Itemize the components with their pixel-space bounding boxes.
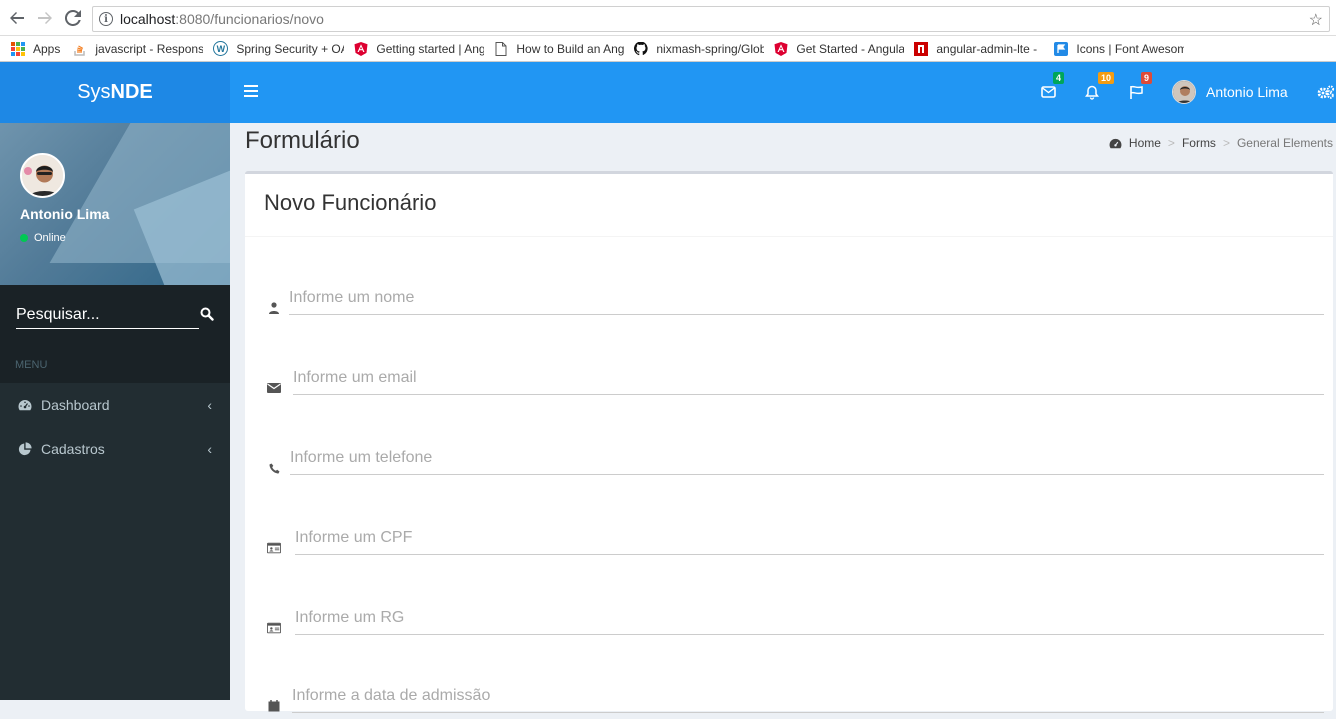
pie-chart-icon [18, 442, 32, 456]
stackoverflow-icon [73, 42, 87, 56]
email-input[interactable] [293, 361, 1324, 395]
top-navbar: 4 10 9 Antonio Lima [230, 62, 1336, 123]
back-arrow-icon[interactable] [6, 7, 28, 29]
search-input[interactable] [16, 301, 199, 329]
chevron-left-icon: ‹ [207, 441, 212, 457]
bookmark-nixmash[interactable]: nixmash-spring/Glob [634, 41, 764, 56]
sidebar-search [0, 285, 230, 347]
chevron-left-icon: ‹ [207, 397, 212, 413]
gears-icon [1317, 85, 1335, 99]
data-admissao-input[interactable] [292, 679, 1324, 713]
app-logo[interactable]: Sys NDE [0, 62, 230, 123]
breadcrumb-separator: > [1222, 136, 1230, 150]
tasks-badge: 9 [1140, 72, 1152, 84]
angular-icon [354, 41, 368, 56]
divider [245, 236, 1333, 237]
topbar-user-name: Antonio Lima [1206, 84, 1288, 100]
dashboard-icon [18, 400, 32, 411]
nome-input[interactable] [289, 281, 1324, 315]
rg-input[interactable] [295, 601, 1324, 635]
bookmark-spring-security[interactable]: W Spring Security + OA [213, 41, 344, 56]
bookmarks-bar: Apps javascript - Respons W Spring Secur… [0, 36, 1336, 62]
sidebar-user-name: Antonio Lima [20, 206, 110, 222]
sidebar: Antonio Lima Online MENU Dashboard ‹ Cad… [0, 123, 230, 700]
user-menu[interactable]: Antonio Lima [1172, 80, 1288, 104]
settings-button[interactable] [1316, 82, 1336, 102]
breadcrumb-current: General Elements [1236, 136, 1333, 150]
document-icon [494, 41, 508, 56]
phone-field [267, 441, 1327, 481]
bookmark-icons-font-awesome[interactable]: Icons | Font Awesom [1054, 41, 1184, 56]
flag-icon [1054, 41, 1069, 56]
reload-icon[interactable] [62, 7, 84, 29]
wordpress-icon: W [213, 41, 229, 56]
email-field [267, 361, 1327, 401]
form-box: Novo Funcionário [245, 171, 1333, 713]
info-icon[interactable]: i [99, 12, 113, 26]
cpf-input[interactable] [295, 521, 1324, 555]
cpf-field [267, 521, 1327, 561]
url-path: :8080/funcionarios/novo [175, 11, 324, 27]
bell-icon [1085, 85, 1099, 100]
sidebar-toggle-icon[interactable] [244, 84, 258, 102]
messages-badge: 4 [1052, 72, 1064, 84]
telefone-input[interactable] [290, 441, 1324, 475]
page-title: Formulário [245, 127, 360, 154]
bookmark-star-icon[interactable]: ☆ [1309, 10, 1323, 30]
angular-icon [774, 41, 788, 56]
url-host: localhost [120, 11, 176, 27]
notifications-badge: 10 [1097, 72, 1114, 84]
user-icon [267, 301, 281, 315]
bookmark-apps[interactable]: Apps [11, 41, 60, 56]
phone-icon [267, 461, 281, 475]
breadcrumb-forms[interactable]: Forms [1182, 136, 1216, 150]
messages-button[interactable]: 4 [1038, 72, 1064, 102]
forward-arrow-icon[interactable] [34, 7, 56, 29]
id-card-icon [267, 621, 281, 635]
menu-header: MENU [0, 347, 230, 383]
envelope-icon [1040, 86, 1056, 98]
form-title: Novo Funcionário [264, 190, 437, 215]
id-card-icon [267, 541, 281, 555]
breadcrumb-home[interactable]: Home [1129, 136, 1161, 150]
envelope-icon [267, 381, 281, 395]
app: Sys NDE 4 10 9 Antonio Lima Antonio Lima… [0, 62, 1336, 713]
tasks-button[interactable]: 9 [1126, 72, 1152, 102]
admission-date-field [267, 679, 1327, 719]
bookmark-javascript[interactable]: javascript - Respons [73, 42, 203, 56]
status-badge: Online [20, 232, 66, 244]
calendar-icon [267, 699, 281, 713]
bookmark-angular-admin-lte[interactable]: angular-admin-lte - [914, 41, 1044, 56]
online-dot-icon [20, 234, 28, 242]
breadcrumb-separator: > [1167, 136, 1175, 150]
bookmark-how-to-build[interactable]: How to Build an Ang [494, 41, 624, 56]
npm-icon [914, 41, 929, 56]
rg-field [267, 601, 1327, 641]
notifications-button[interactable]: 10 [1082, 72, 1114, 102]
browser-toolbar: i localhost:8080/funcionarios/novo ☆ [0, 0, 1336, 36]
bookmark-get-started[interactable]: Get Started - Angula [774, 41, 904, 56]
sidebar-item-dashboard[interactable]: Dashboard ‹ [0, 383, 230, 427]
search-icon[interactable] [200, 307, 216, 323]
flag-icon [1129, 85, 1143, 99]
avatar [20, 153, 65, 198]
dashboard-icon [1109, 138, 1122, 148]
address-bar[interactable]: i localhost:8080/funcionarios/novo ☆ [92, 6, 1330, 32]
breadcrumb: Home > Forms > General Elements [1109, 136, 1333, 150]
bookmark-getting-started[interactable]: Getting started | Ang [354, 41, 484, 56]
avatar [1172, 80, 1196, 104]
user-panel: Antonio Lima Online [0, 123, 230, 285]
apps-grid-icon [11, 41, 25, 56]
github-icon [634, 41, 648, 56]
name-field [267, 281, 1327, 321]
sidebar-item-cadastros[interactable]: Cadastros ‹ [0, 427, 230, 471]
